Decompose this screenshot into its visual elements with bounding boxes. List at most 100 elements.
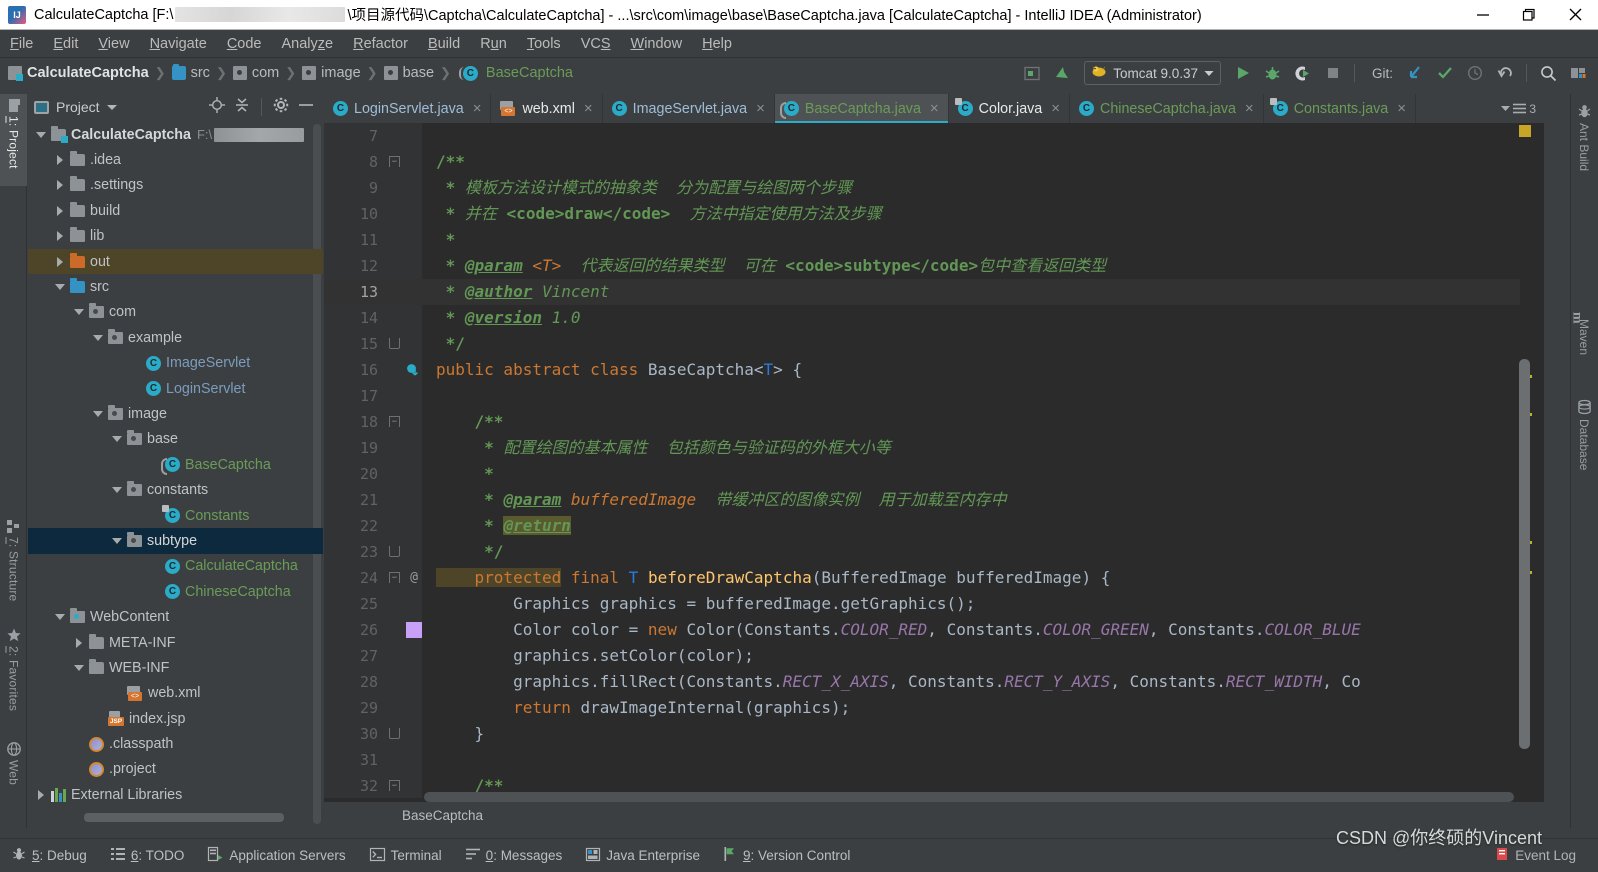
editor-tab-basecaptcha-java[interactable]: BaseCaptcha.java × [774, 94, 949, 123]
git-commit-button[interactable] [1431, 60, 1459, 86]
git-revert-button[interactable] [1491, 60, 1519, 86]
hide-icon[interactable] [298, 97, 314, 118]
tree-node--classpath[interactable]: .classpath [28, 731, 323, 756]
collapse-arrow-icon[interactable] [112, 535, 124, 547]
collapse-arrow-icon[interactable] [93, 408, 105, 420]
code-line-13[interactable]: * @author Vincent [422, 279, 1522, 305]
git-history-button[interactable] [1461, 60, 1489, 86]
menu-window[interactable]: Window [621, 36, 693, 52]
code-line-19[interactable]: * 配置绘图的基本属性 包括颜色与验证码的外框大小等 [422, 435, 1522, 461]
status-item-todo[interactable]: 6: TODO [99, 848, 197, 863]
gutter-line-11[interactable]: 11 [324, 227, 422, 253]
fold-collapse-icon[interactable]: − [389, 416, 400, 427]
code-line-11[interactable]: * [422, 227, 1522, 253]
status-item-java-enterprise[interactable]: Java Enterprise [574, 847, 712, 864]
code-line-14[interactable]: * @version 1.0 [422, 305, 1522, 331]
tree-node-chinesecaptcha[interactable]: ChineseCaptcha [28, 579, 323, 604]
editor-tab-color-java[interactable]: Color.java × [949, 94, 1071, 123]
run-button[interactable] [1229, 60, 1257, 86]
fold-collapse-icon[interactable]: − [389, 780, 400, 791]
fold-collapse-icon[interactable]: − [389, 156, 400, 167]
gutter-line-14[interactable]: 14 [324, 305, 422, 331]
breadcrumb-item-module[interactable]: CalculateCaptcha [8, 65, 149, 81]
menu-vcs[interactable]: VCS [571, 36, 621, 52]
breadcrumb-item-class[interactable]: BaseCaptcha [458, 65, 573, 81]
settings-button[interactable] [1564, 60, 1592, 86]
sidebar-item-ant-build[interactable]: Ant Build [1570, 98, 1598, 198]
gutter-line-15[interactable]: 15 [324, 331, 422, 357]
chevron-down-icon[interactable] [1204, 64, 1214, 82]
breadcrumb-item-base[interactable]: base [383, 65, 434, 81]
stop-button[interactable] [1319, 60, 1347, 86]
menu-help[interactable]: Help [692, 36, 742, 52]
minimize-icon[interactable] [1460, 0, 1506, 29]
debug-button[interactable] [1259, 60, 1287, 86]
gutter-line-27[interactable]: 27 [324, 643, 422, 669]
close-icon[interactable]: × [584, 100, 593, 117]
expand-arrow-icon[interactable] [55, 154, 67, 166]
expand-arrow-icon[interactable] [36, 789, 48, 801]
menu-view[interactable]: View [88, 36, 139, 52]
editor-code-area[interactable]: /** * 模板方法设计模式的抽象类 分为配置与绘图两个步骤 * 并在 <cod… [422, 123, 1522, 798]
gutter-line-26[interactable]: 26 [324, 617, 422, 643]
close-icon[interactable] [1552, 0, 1598, 29]
menu-navigate[interactable]: Navigate [140, 36, 217, 52]
expand-arrow-icon[interactable] [74, 637, 86, 649]
tree-node--settings[interactable]: .settings [28, 173, 323, 198]
menu-tools[interactable]: Tools [517, 36, 571, 52]
gutter-line-28[interactable]: 28 [324, 669, 422, 695]
tree-node-src[interactable]: src [28, 274, 323, 299]
code-line-21[interactable]: * @param bufferedImage 带缓冲区的图像实例 用于加载至内存… [422, 487, 1522, 513]
menu-refactor[interactable]: Refactor [343, 36, 418, 52]
chevron-down-icon[interactable] [106, 104, 117, 110]
gutter-line-32[interactable]: 32− [324, 773, 422, 799]
status-item-terminal[interactable]: Terminal [358, 847, 454, 864]
editor-gutter[interactable]: 7 8−9 10 11 12 13 14 15 16 17 18−19 20 21 22 23 24− @25 2… [324, 123, 422, 798]
gutter-line-12[interactable]: 12 [324, 253, 422, 279]
code-line-9[interactable]: * 模板方法设计模式的抽象类 分为配置与绘图两个步骤 [422, 175, 1522, 201]
tree-node-build[interactable]: build [28, 198, 323, 223]
tree-node-subtype[interactable]: subtype [28, 528, 323, 554]
locate-icon[interactable] [209, 96, 225, 118]
collapse-arrow-icon[interactable] [55, 281, 67, 293]
expand-arrow-icon[interactable] [55, 205, 67, 217]
gutter-line-31[interactable]: 31 [324, 747, 422, 773]
breadcrumb-item-image[interactable]: image [302, 65, 361, 81]
close-icon[interactable]: × [473, 100, 482, 117]
editor-tab-loginservlet-java[interactable]: LoginServlet.java × [324, 94, 492, 123]
gutter-line-10[interactable]: 10 [324, 201, 422, 227]
close-icon[interactable]: × [1245, 100, 1254, 117]
code-line-24[interactable]: protected final T beforeDrawCaptcha(Buff… [422, 565, 1522, 591]
status-item-debug[interactable]: 5: Debug [0, 847, 99, 864]
select-in-icon[interactable] [1018, 60, 1046, 86]
code-line-26[interactable]: Color color = new Color(Constants.COLOR_… [422, 617, 1522, 643]
settings-gear-icon[interactable] [273, 97, 289, 118]
menu-analyze[interactable]: Analyze [272, 36, 344, 52]
code-line-15[interactable]: */ [422, 331, 1522, 357]
sidebar-item-project[interactable]: 1: Project [0, 94, 27, 186]
code-line-17[interactable] [422, 383, 1522, 409]
close-icon[interactable]: × [1051, 100, 1060, 117]
expand-arrow-icon[interactable] [55, 256, 67, 268]
code-line-30[interactable]: } [422, 721, 1522, 747]
code-line-16[interactable]: public abstract class BaseCaptcha<T> { [422, 357, 1522, 383]
menu-run[interactable]: Run [470, 36, 517, 52]
sidebar-item-structure[interactable]: 7: Structure [0, 514, 27, 619]
code-line-12[interactable]: * @param <T> 代表返回的结果类型 可在 <code>subtype<… [422, 253, 1522, 279]
sidebar-item-web[interactable]: Web [0, 736, 27, 806]
collapse-arrow-icon[interactable] [112, 433, 124, 445]
menu-file[interactable]: File [0, 36, 43, 52]
menu-build[interactable]: Build [418, 36, 470, 52]
editor-vertical-scrollbar[interactable] [1519, 359, 1530, 749]
fold-end-icon[interactable] [389, 728, 400, 739]
gutter-line-20[interactable]: 20 [324, 461, 422, 487]
breadcrumb-item-src[interactable]: src [171, 64, 210, 81]
collapse-all-icon[interactable] [234, 97, 250, 118]
tree-node-constants[interactable]: Constants [28, 503, 323, 528]
fold-end-icon[interactable] [389, 338, 400, 349]
tree-node-calculatecaptcha[interactable]: CalculateCaptcha F:\ [28, 122, 323, 147]
editor-tab-constants-java[interactable]: Constants.java × [1264, 94, 1417, 123]
code-line-25[interactable]: Graphics graphics = bufferedImage.getGra… [422, 591, 1522, 617]
breadcrumb-item-com[interactable]: com [232, 65, 279, 81]
search-everywhere-button[interactable] [1534, 60, 1562, 86]
